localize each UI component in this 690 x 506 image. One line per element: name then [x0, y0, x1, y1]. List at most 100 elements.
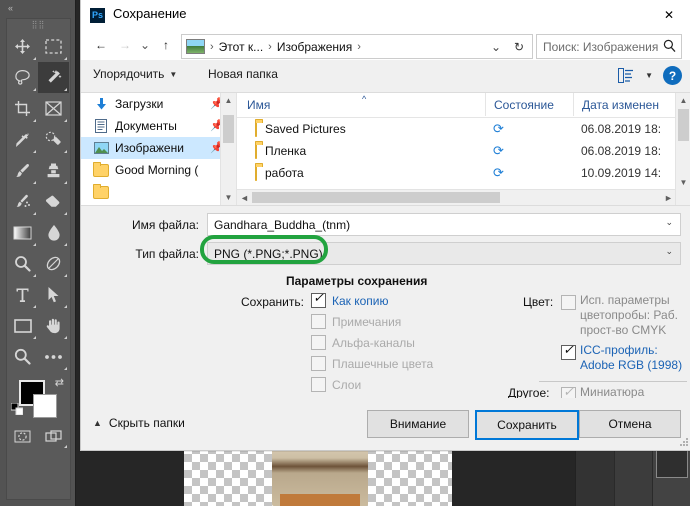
- breadcrumb-item-this-pc[interactable]: Этот к...: [219, 40, 263, 54]
- zoom-tool[interactable]: [7, 341, 38, 372]
- file-name-label: Имя файла:: [132, 217, 199, 232]
- scroll-up-icon[interactable]: ▲: [676, 93, 690, 108]
- breadcrumb-dropdown-icon[interactable]: ⌄: [486, 36, 506, 57]
- scroll-up-icon[interactable]: ▲: [221, 93, 236, 108]
- column-header-state[interactable]: Состояние: [485, 93, 554, 116]
- checkbox-box: [311, 335, 326, 350]
- gradient-tool[interactable]: [7, 217, 38, 248]
- scrollbar-thumb[interactable]: [252, 192, 500, 203]
- scroll-down-icon[interactable]: ▼: [221, 190, 236, 205]
- attention-button[interactable]: Внимание: [367, 410, 469, 438]
- file-browser[interactable]: Загрузки 📌 Документы 📌 Изображени 📌 Good: [81, 93, 690, 206]
- help-icon[interactable]: ?: [663, 66, 682, 85]
- edit-toolbar-ellipsis-icon[interactable]: [38, 341, 69, 372]
- file-list[interactable]: Имя ^ Состояние Дата изменен Saved Pictu…: [236, 93, 690, 205]
- view-options-chevron-icon[interactable]: ▼: [645, 71, 653, 80]
- navigation-bar[interactable]: ← → ⌄ ↑ › Этот к... › Изображения › ⌄ ↻ …: [81, 30, 690, 60]
- place-item-documents[interactable]: Документы 📌: [81, 115, 236, 137]
- search-input[interactable]: Поиск: Изображения: [536, 34, 682, 59]
- command-toolbar[interactable]: Упорядочить ▼ Новая папка ▼ ?: [81, 60, 690, 93]
- dialog-titlebar[interactable]: Ps Сохранение ✕: [81, 0, 690, 30]
- swap-colors-icon[interactable]: ⇄: [55, 376, 64, 389]
- toolbar-collapse-button[interactable]: «: [0, 0, 75, 16]
- hide-folders-button[interactable]: ▲ Скрыть папки: [93, 416, 185, 430]
- back-arrow-icon[interactable]: ←: [90, 34, 112, 56]
- file-name-input[interactable]: Gandhara_Buddha_(tnm) ⌄: [207, 213, 681, 236]
- scroll-left-icon[interactable]: ◄: [237, 190, 252, 205]
- clone-stamp-tool[interactable]: [38, 155, 69, 186]
- checkbox-box[interactable]: ✓: [311, 291, 326, 308]
- file-list-vertical-scrollbar[interactable]: ▲ ▼: [675, 93, 690, 205]
- panel-drag-grip[interactable]: ⣿⣿: [7, 19, 70, 31]
- document-icon: [93, 118, 109, 134]
- checkbox-icc-profile[interactable]: ✓: [561, 343, 576, 360]
- place-item-pictures[interactable]: Изображени 📌: [81, 137, 236, 159]
- chevron-down-icon[interactable]: ⌄: [665, 246, 673, 257]
- breadcrumb-separator: ›: [210, 40, 214, 53]
- organize-menu-button[interactable]: Упорядочить ▼: [93, 67, 177, 81]
- canvas-transparency-checkerboard[interactable]: [184, 446, 452, 506]
- quick-mask-mode-icon[interactable]: [7, 422, 38, 450]
- lasso-tool[interactable]: [7, 62, 38, 93]
- place-item-good-morning[interactable]: Good Morning (: [81, 159, 236, 181]
- cancel-button[interactable]: Отмена: [579, 410, 681, 438]
- history-brush-tool[interactable]: [7, 186, 38, 217]
- path-selection-tool[interactable]: [38, 279, 69, 310]
- new-folder-button[interactable]: Новая папка: [208, 67, 278, 81]
- default-colors-icon[interactable]: [10, 402, 24, 420]
- move-tool[interactable]: [7, 31, 38, 62]
- checkbox-as-copy[interactable]: ✓ Как копию: [311, 291, 389, 308]
- table-row[interactable]: работа ⟳ 10.09.2019 14:: [237, 162, 690, 184]
- spot-healing-brush-tool[interactable]: [38, 124, 69, 155]
- magic-wand-tool[interactable]: [38, 62, 69, 93]
- up-arrow-icon[interactable]: ↑: [155, 34, 177, 56]
- file-name-value: Gandhara_Buddha_(tnm): [214, 217, 351, 232]
- save-options-panel: Параметры сохранения Сохранить: ✓ Как ко…: [81, 271, 690, 402]
- pictures-folder-icon: [186, 39, 205, 54]
- navigation-pane-scrollbar[interactable]: ▲ ▼: [220, 93, 236, 205]
- refresh-icon[interactable]: ↻: [508, 36, 530, 57]
- blur-tool[interactable]: [38, 217, 69, 248]
- place-item-partial[interactable]: [81, 181, 236, 203]
- eyedropper-tool[interactable]: [7, 124, 38, 155]
- view-layout-icon[interactable]: [618, 68, 633, 83]
- scrollbar-thumb[interactable]: [223, 115, 234, 143]
- navigation-pane[interactable]: Загрузки 📌 Документы 📌 Изображени 📌 Good: [81, 93, 236, 205]
- crop-tool[interactable]: [7, 93, 38, 124]
- screen-mode-icon[interactable]: [38, 422, 69, 450]
- breadcrumb-item-pictures[interactable]: Изображения: [277, 40, 352, 54]
- breadcrumb[interactable]: › Этот к... › Изображения › ⌄ ↻: [181, 34, 533, 59]
- column-header-name[interactable]: Имя: [247, 93, 270, 116]
- scrollbar-thumb[interactable]: [678, 109, 689, 141]
- column-headers[interactable]: Имя ^ Состояние Дата изменен: [237, 93, 690, 118]
- column-header-date[interactable]: Дата изменен: [573, 93, 659, 116]
- resize-grip[interactable]: [679, 438, 689, 448]
- rectangle-tool[interactable]: [7, 310, 38, 341]
- dodge-tool[interactable]: [7, 248, 38, 279]
- type-tool[interactable]: [7, 279, 38, 310]
- table-row[interactable]: Пленка ⟳ 06.08.2019 18:: [237, 140, 690, 162]
- background-color-swatch[interactable]: [33, 394, 57, 418]
- photoshop-tools-panel[interactable]: « ⣿⣿ ⇄: [0, 0, 76, 506]
- close-icon[interactable]: ✕: [647, 0, 690, 30]
- chevron-down-icon[interactable]: ⌄: [665, 217, 673, 228]
- hand-tool[interactable]: [38, 310, 69, 341]
- color-swatches[interactable]: ⇄: [7, 376, 70, 422]
- checkbox-label: Примечания: [332, 314, 402, 329]
- eraser-tool[interactable]: [38, 186, 69, 217]
- brush-tool[interactable]: [7, 155, 38, 186]
- sync-icon: ⟳: [493, 121, 504, 136]
- scroll-down-icon[interactable]: ▼: [676, 175, 690, 190]
- table-row[interactable]: Saved Pictures ⟳ 06.08.2019 18:: [237, 118, 690, 140]
- rectangular-marquee-tool[interactable]: [38, 31, 69, 62]
- save-dialog[interactable]: Ps Сохранение ✕ ← → ⌄ ↑ › Этот к... › Из…: [80, 0, 690, 451]
- frame-tool[interactable]: [38, 93, 69, 124]
- search-icon[interactable]: [663, 39, 676, 56]
- place-item-downloads[interactable]: Загрузки 📌: [81, 93, 236, 115]
- scroll-right-icon[interactable]: ►: [661, 190, 676, 205]
- recent-locations-chevron-icon[interactable]: ⌄: [137, 34, 153, 56]
- file-type-select[interactable]: PNG (*.PNG;*.PNG) ⌄: [207, 242, 681, 265]
- save-button[interactable]: Сохранить: [475, 410, 579, 440]
- pen-tool[interactable]: [38, 248, 69, 279]
- file-list-horizontal-scrollbar[interactable]: ◄ ►: [237, 189, 676, 205]
